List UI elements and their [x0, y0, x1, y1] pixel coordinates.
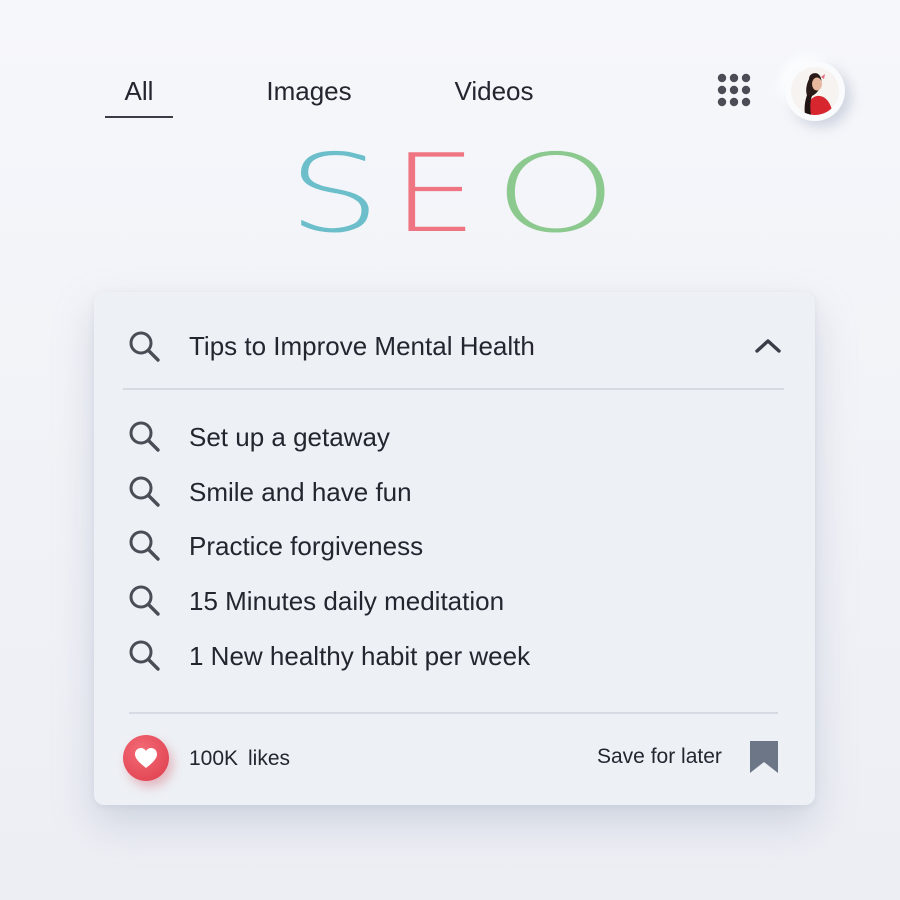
- suggestion-label: 1 New healthy habit per week: [189, 641, 531, 671]
- suggestion-item[interactable]: Set up a getaway: [94, 413, 815, 463]
- active-tab-indicator: [105, 116, 173, 118]
- tab-images[interactable]: Images: [258, 74, 360, 108]
- avatar[interactable]: [785, 61, 845, 121]
- search-icon: [126, 328, 162, 364]
- divider: [123, 388, 784, 390]
- bookmark-icon[interactable]: [747, 738, 781, 774]
- divider: [129, 712, 778, 714]
- heart-icon: [135, 748, 157, 768]
- search-icon: [126, 527, 162, 563]
- user-avatar-image: [791, 67, 839, 115]
- search-card: Tips to Improve Mental Health Set up a g…: [94, 292, 815, 805]
- search-query[interactable]: Tips to Improve Mental Health: [189, 329, 535, 363]
- seo-logo: S E O: [280, 140, 620, 250]
- tab-videos[interactable]: Videos: [446, 74, 542, 108]
- search-icon: [126, 473, 162, 509]
- top-nav: All Images Videos: [0, 0, 900, 130]
- search-icon: [126, 418, 162, 454]
- logo-letter-e: E: [392, 132, 478, 257]
- like-button[interactable]: [123, 735, 169, 781]
- likes-label: likes: [248, 747, 291, 770]
- tab-all[interactable]: All: [105, 74, 173, 108]
- search-icon: [126, 637, 162, 673]
- logo-letter-o: O: [494, 132, 618, 257]
- likes-count: 100K: [189, 747, 239, 770]
- suggestion-item[interactable]: Practice forgiveness: [94, 522, 815, 572]
- chevron-up-icon[interactable]: [752, 334, 784, 358]
- search-bar[interactable]: Tips to Improve Mental Health: [94, 292, 815, 388]
- suggestion-item[interactable]: Smile and have fun: [94, 468, 815, 518]
- suggestion-label: Practice forgiveness: [189, 531, 424, 561]
- suggestion-label: 15 Minutes daily meditation: [189, 586, 505, 616]
- suggestion-item[interactable]: 15 Minutes daily meditation: [94, 577, 815, 627]
- suggestion-label: Smile and have fun: [189, 477, 412, 507]
- search-icon: [126, 582, 162, 618]
- apps-grid-icon[interactable]: [715, 71, 753, 109]
- save-for-later-link[interactable]: Save for later: [597, 743, 722, 771]
- suggestion-label: Set up a getaway: [189, 422, 390, 452]
- suggestion-item[interactable]: 1 New healthy habit per week: [94, 632, 815, 682]
- logo-letter-s: S: [288, 132, 381, 257]
